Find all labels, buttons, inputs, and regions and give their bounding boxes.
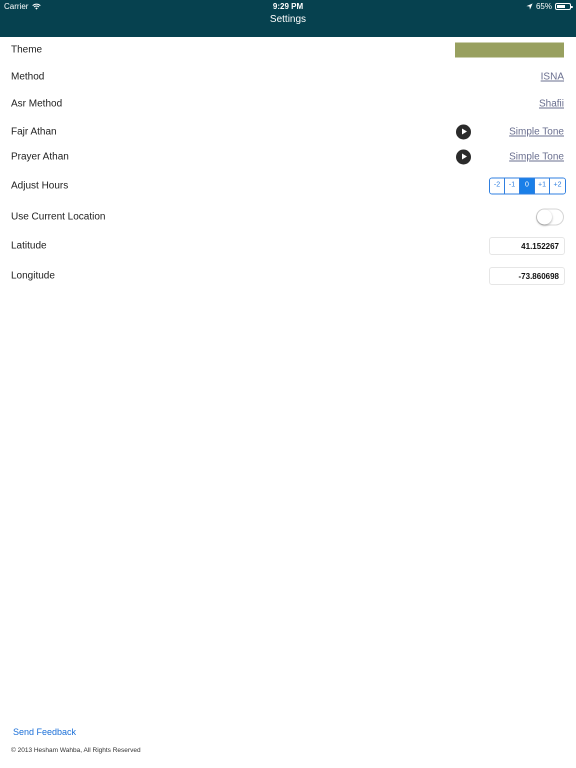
toggle-knob — [537, 209, 552, 225]
longitude-input[interactable]: -73.860698 — [489, 267, 565, 285]
adjust-hours-option-plus-2[interactable]: +2 — [550, 178, 565, 194]
adjust-hours-option-plus-1[interactable]: +1 — [535, 178, 550, 194]
adjust-hours-segmented-control: -2 -1 0 +1 +2 — [489, 177, 566, 195]
prayer-athan-play-icon[interactable] — [456, 149, 471, 165]
adjust-hours-row: Adjust Hours -2 -1 0 +1 +2 — [0, 172, 576, 200]
method-value-link[interactable]: ISNA — [541, 72, 564, 83]
theme-color-swatch[interactable] — [455, 42, 564, 58]
use-current-location-row: Use Current Location — [0, 203, 576, 231]
method-label: Method — [11, 71, 45, 83]
status-bar-right: 65% — [526, 2, 573, 11]
theme-row: Theme — [0, 36, 576, 64]
adjust-hours-option-minus-1[interactable]: -1 — [505, 178, 520, 194]
battery-percent: 65% — [535, 2, 552, 11]
fajr-athan-label: Fajr Athan — [11, 126, 57, 138]
latitude-label: Latitude — [11, 240, 47, 252]
asr-method-label: Asr Method — [11, 98, 63, 110]
prayer-athan-row: Prayer Athan Simple Tone — [0, 143, 576, 171]
method-row: Method ISNA — [0, 63, 576, 91]
use-current-location-toggle[interactable] — [536, 208, 564, 226]
asr-method-value-link[interactable]: Shafii — [539, 99, 564, 110]
theme-label: Theme — [11, 44, 43, 56]
fajr-athan-play-icon[interactable] — [456, 124, 471, 140]
copyright-text: © 2013 Hesham Wahba, All Rights Reserved — [11, 747, 141, 754]
adjust-hours-label: Adjust Hours — [11, 180, 69, 192]
page-title: Settings — [269, 14, 307, 25]
location-arrow-icon — [526, 3, 533, 10]
prayer-athan-label: Prayer Athan — [11, 151, 69, 163]
latitude-input[interactable]: 41.152267 — [489, 237, 565, 255]
adjust-hours-option-0[interactable]: 0 — [520, 178, 535, 194]
prayer-athan-value-link[interactable]: Simple Tone — [509, 152, 564, 163]
asr-method-row: Asr Method Shafii — [0, 90, 576, 118]
latitude-row: Latitude 41.152267 — [0, 232, 576, 260]
use-current-location-label: Use Current Location — [11, 211, 106, 223]
navigation-bar: Carrier 9:29 PM 65% Settings — [0, 0, 576, 37]
status-time: 9:29 PM — [272, 2, 304, 11]
send-feedback-link[interactable]: Send Feedback — [13, 727, 76, 737]
fajr-athan-value-link[interactable]: Simple Tone — [509, 127, 564, 138]
fajr-athan-row: Fajr Athan Simple Tone — [0, 118, 576, 146]
longitude-label: Longitude — [11, 270, 55, 282]
longitude-row: Longitude -73.860698 — [0, 262, 576, 290]
battery-icon — [555, 3, 573, 10]
adjust-hours-option-minus-2[interactable]: -2 — [490, 178, 505, 194]
